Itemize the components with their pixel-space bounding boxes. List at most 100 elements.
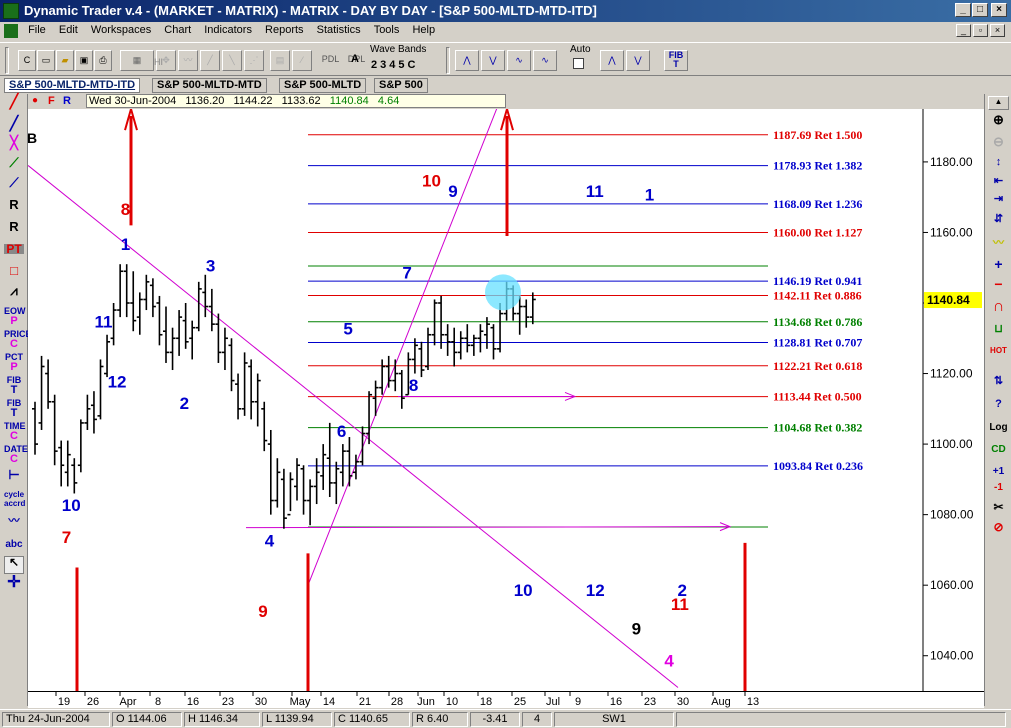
hi-label[interactable]: HI <box>154 57 163 67</box>
tab-sp500-mltd-mtd-itd[interactable]: S&P 500-MLTD-MTD-ITD <box>4 78 141 93</box>
pointer-tool-icon[interactable]: ↖ <box>4 556 24 574</box>
price-chart[interactable]: 1187.69 Ret 1.500 1178.93 Ret 1.382 1168.0… <box>28 109 984 691</box>
help-query-icon[interactable]: ? <box>988 398 1009 410</box>
wave-up-tool-icon[interactable]: ∿ <box>507 50 531 71</box>
wave-bands-buttons[interactable]: 2345C <box>371 59 418 71</box>
current-price-label: 1140.84 <box>927 293 970 307</box>
minus-one-button[interactable]: -1 <box>988 482 1009 493</box>
cycle-tool-icon[interactable]: ⊢ <box>4 468 24 481</box>
crosshair-tool-icon[interactable]: ✛ <box>4 575 24 591</box>
tool-p1[interactable]: P <box>4 316 24 327</box>
plus-one-button[interactable]: +1 <box>988 466 1009 477</box>
alt-retrace-icon[interactable]: R <box>4 220 24 233</box>
channel-draw-icon[interactable]: ╳ <box>4 136 24 149</box>
scissors-icon[interactable]: ✂ <box>988 500 1009 514</box>
shift-left-icon[interactable]: ⇤ <box>988 174 1009 187</box>
shift-right-icon[interactable]: ⇥ <box>988 192 1009 205</box>
status-blank <box>676 712 1006 727</box>
tab-sp500-mltd[interactable]: S&P 500-MLTD <box>279 78 367 93</box>
tool-t2[interactable]: T <box>4 408 24 419</box>
new-chart-icon[interactable]: C <box>18 50 36 71</box>
tool-p2[interactable]: P <box>4 362 24 373</box>
menu-help[interactable]: Help <box>407 22 440 38</box>
line-tool-icon[interactable]: ⁄ <box>292 50 312 71</box>
tool-c1[interactable]: C <box>4 339 24 350</box>
snap-icon[interactable]: ⊔ <box>988 322 1009 335</box>
zoom-in-icon[interactable]: ⊕ <box>988 112 1009 128</box>
trend-tool-icon[interactable]: ⋰ <box>244 50 264 71</box>
a-wave-button[interactable]: A <box>346 50 364 71</box>
log-scale-button[interactable]: Log <box>988 422 1009 433</box>
mdi-restore-button[interactable]: ▫ <box>973 24 988 37</box>
tab-sp500-mltd-mtd[interactable]: S&P 500-MLTD-MTD <box>152 78 267 93</box>
pt-icon[interactable]: PT <box>4 243 24 255</box>
wave-mark-icon[interactable]: 〰 <box>4 516 24 527</box>
tab-sp500[interactable]: S&P 500 <box>374 78 428 93</box>
menu-edit[interactable]: Edit <box>54 22 83 38</box>
readout-close: 1140.84 <box>329 95 369 107</box>
trend-draw-icon[interactable]: ⟋ <box>4 156 24 169</box>
date-tick-label: 26 <box>87 696 99 708</box>
menu-workspaces[interactable]: Workspaces <box>86 22 156 38</box>
menu-reports[interactable]: Reports <box>260 22 309 38</box>
right-toolbar: ▲ ⊕ ⊖ ↕ ⇤ ⇥ ⇵ 〰 + − ∩ ⊔ HOT ⇅ ? Log CD +… <box>984 94 1011 706</box>
compress-icon[interactable]: ⇵ <box>988 212 1009 225</box>
fib-time-button[interactable]: FIB T <box>664 50 688 71</box>
tool-c2[interactable]: C <box>4 431 24 442</box>
projection-down-icon[interactable]: ⋁ <box>626 50 650 71</box>
remove-icon[interactable]: − <box>988 276 1009 292</box>
title-bar[interactable]: Dynamic Trader v.4 - (MARKET - MATRIX) -… <box>0 0 1011 22</box>
tool-accrd[interactable]: accrd <box>4 499 25 509</box>
r-indicator[interactable]: R <box>63 95 71 107</box>
open-folder-icon[interactable]: ▰ <box>56 50 74 71</box>
menu-tools[interactable]: Tools <box>369 22 405 38</box>
mdi-close-button[interactable]: × <box>990 24 1005 37</box>
cd-button[interactable]: CD <box>988 444 1009 455</box>
minimize-button[interactable]: _ <box>955 3 971 17</box>
wave-draw-icon[interactable]: ╱ <box>4 116 24 130</box>
menu-file[interactable]: File <box>23 22 51 38</box>
sort-icon[interactable]: ⇅ <box>988 374 1009 387</box>
print-icon[interactable]: ⎙ <box>94 50 112 71</box>
line-draw-icon[interactable]: ╱ <box>4 94 24 108</box>
zoom-out-icon[interactable]: ⊖ <box>988 134 1009 150</box>
zoom-chart-icon[interactable]: ▦ <box>120 50 154 71</box>
line-style-icon[interactable]: 〰 <box>988 234 1009 250</box>
scroll-up-button[interactable]: ▲ <box>988 96 1009 110</box>
abc-up-tool-icon[interactable]: ⋀ <box>455 50 479 71</box>
wave-down-tool-icon[interactable]: ∿ <box>533 50 557 71</box>
magnet-icon[interactable]: ∩ <box>988 298 1009 316</box>
channel-tool-icon[interactable]: ╲ <box>222 50 242 71</box>
maximize-button[interactable]: □ <box>972 3 988 17</box>
tool-c3[interactable]: C <box>4 454 24 465</box>
abc-down-tool-icon[interactable]: ⋁ <box>481 50 505 71</box>
tool-t1[interactable]: T <box>4 385 24 396</box>
fan-draw-icon[interactable]: ⟋ <box>4 176 24 189</box>
hot-button[interactable]: HOT <box>988 346 1009 355</box>
close-button[interactable]: × <box>991 3 1007 17</box>
save-icon[interactable]: ▣ <box>75 50 93 71</box>
tool-abc[interactable]: abc <box>4 540 24 550</box>
menu-indicators[interactable]: Indicators <box>199 22 257 38</box>
retrace-draw-icon[interactable]: R <box>4 198 24 211</box>
expand-vertical-icon[interactable]: ↕ <box>988 156 1009 168</box>
menu-chart[interactable]: Chart <box>159 22 196 38</box>
menu-statistics[interactable]: Statistics <box>312 22 366 38</box>
fib-label: 1142.11 Ret 0.886 <box>773 289 862 303</box>
slope-tool-icon[interactable]: ╱ <box>200 50 220 71</box>
zigzag-icon[interactable]: ⩘ <box>4 284 24 297</box>
pdl-button[interactable]: PDL <box>318 50 343 71</box>
auto-checkbox[interactable] <box>573 58 584 69</box>
rect-icon[interactable]: □ <box>4 264 24 277</box>
projection-up-icon[interactable]: ⋀ <box>600 50 624 71</box>
chart-marker-b: B <box>28 130 37 146</box>
document-icon[interactable] <box>4 24 18 38</box>
f-indicator[interactable]: F <box>48 95 55 107</box>
mdi-minimize-button[interactable]: _ <box>956 24 971 37</box>
grid-tool-icon[interactable]: ▤ <box>270 50 290 71</box>
clock-icon[interactable]: ⊘ <box>988 520 1009 534</box>
wave-tool-icon[interactable]: 〰 <box>178 50 198 71</box>
add-icon[interactable]: + <box>988 256 1009 272</box>
wave-label: 4 <box>664 651 674 670</box>
new-file-icon[interactable]: ▭ <box>37 50 55 71</box>
